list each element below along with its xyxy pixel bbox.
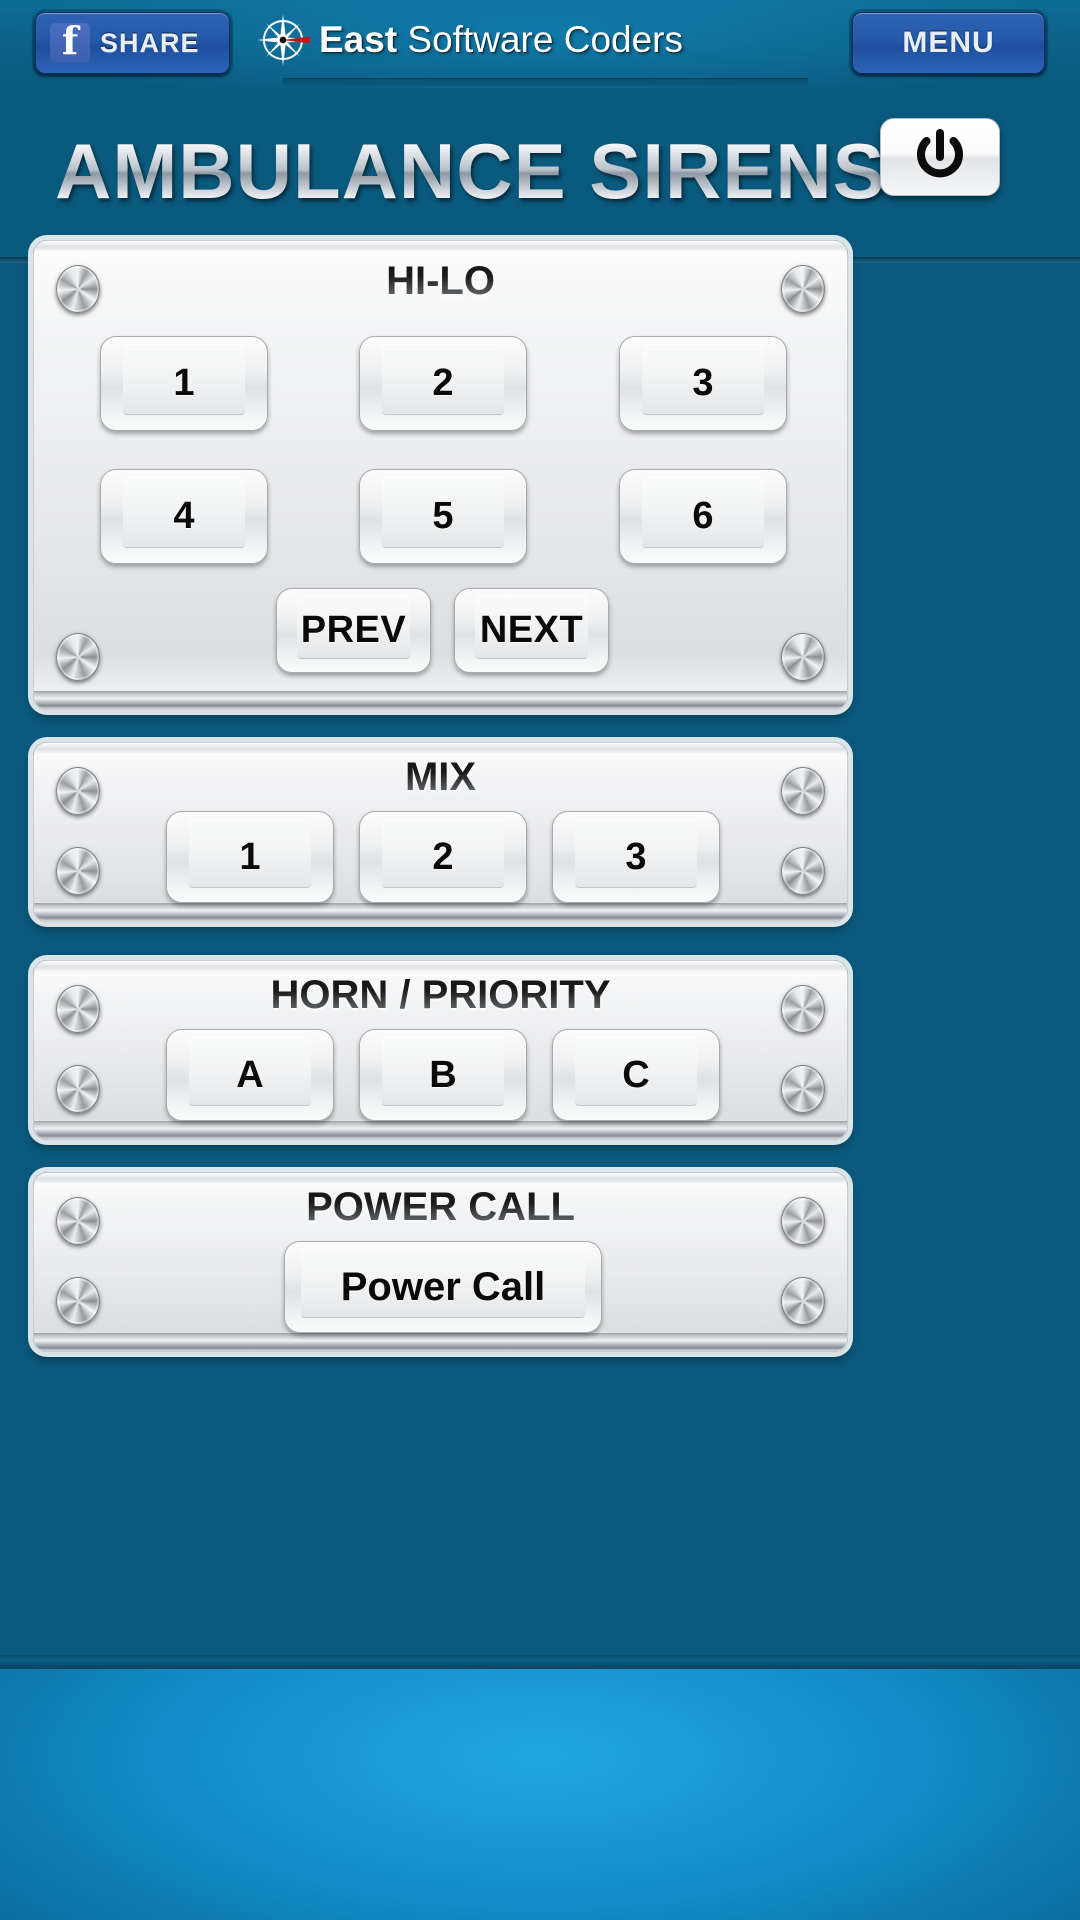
horn-button-c[interactable]: C (552, 1029, 720, 1121)
screw-icon (56, 1197, 100, 1245)
horn-button-a[interactable]: A (166, 1029, 334, 1121)
screw-icon (56, 985, 100, 1033)
hi-lo-button-4-label: 4 (173, 495, 195, 537)
horn-button-b-label: B (429, 1053, 457, 1096)
screw-icon (781, 1065, 825, 1113)
hi-lo-button-3[interactable]: 3 (619, 336, 787, 431)
brand-text-bold: East (319, 19, 398, 60)
panel-title-power-call: POWER CALL (34, 1185, 847, 1230)
screw-icon (56, 1065, 100, 1113)
brand-text: East Software Coders (319, 19, 683, 61)
title-bar: AMBULANCE SIRENS (0, 88, 1080, 263)
compass-icon (257, 14, 310, 66)
panel-title-mix: MIX (34, 755, 847, 800)
screw-icon (56, 1277, 100, 1325)
hi-lo-button-2-label: 2 (432, 362, 454, 404)
panel-bottom-chrome (34, 1333, 847, 1351)
screw-icon (781, 1197, 825, 1245)
brand-underline (283, 78, 808, 86)
menu-button-label: MENU (902, 26, 995, 59)
panel-bottom-chrome (34, 691, 847, 709)
panel-mix: MIX 1 2 3 (33, 742, 848, 922)
hi-lo-button-6[interactable]: 6 (619, 469, 787, 564)
mix-button-3[interactable]: 3 (552, 811, 720, 903)
horn-button-b[interactable]: B (359, 1029, 527, 1121)
screw-icon (781, 1277, 825, 1325)
panel-top-chrome (34, 743, 847, 753)
panel-power-call: POWER CALL Power Call (33, 1172, 848, 1352)
horn-button-a-label: A (236, 1053, 264, 1096)
panel-hi-lo: HI-LO 1 2 3 4 5 6 PREV NEXT (33, 240, 848, 710)
hi-lo-next-button[interactable]: NEXT (454, 588, 609, 673)
panel-bottom-chrome (34, 903, 847, 921)
screw-icon (56, 847, 100, 895)
mix-button-2[interactable]: 2 (359, 811, 527, 903)
hi-lo-button-5-label: 5 (432, 495, 454, 537)
mix-button-1-label: 1 (239, 835, 261, 878)
bottom-banner-area (0, 1669, 1080, 1920)
bottom-divider (0, 1655, 1080, 1669)
hi-lo-button-6-label: 6 (692, 495, 714, 537)
screw-icon (56, 633, 100, 681)
mix-button-2-label: 2 (432, 835, 454, 878)
hi-lo-prev-label: PREV (300, 609, 407, 651)
panel-top-chrome (34, 1173, 847, 1183)
screw-icon (781, 265, 825, 313)
mix-button-3-label: 3 (625, 835, 647, 878)
panel-bottom-chrome (34, 1121, 847, 1139)
power-call-button-label: Power Call (340, 1264, 546, 1309)
panel-horn-priority: HORN / PRIORITY A B C (33, 960, 848, 1140)
hi-lo-button-1-label: 1 (173, 362, 195, 404)
mix-button-1[interactable]: 1 (166, 811, 334, 903)
screw-icon (781, 847, 825, 895)
hi-lo-button-4[interactable]: 4 (100, 469, 268, 564)
panel-top-chrome (34, 961, 847, 971)
power-button[interactable] (880, 118, 1000, 196)
screw-icon (56, 265, 100, 313)
hi-lo-button-2[interactable]: 2 (359, 336, 527, 431)
brand-logo: East Software Coders (255, 10, 825, 70)
facebook-share-button[interactable]: SHARE (35, 12, 230, 74)
brand-text-regular: Software Coders (397, 19, 684, 60)
power-call-button[interactable]: Power Call (284, 1241, 602, 1333)
panel-title-hi-lo: HI-LO (34, 259, 847, 304)
hi-lo-button-3-label: 3 (692, 362, 714, 404)
power-icon (917, 129, 963, 178)
screw-icon (781, 767, 825, 815)
hi-lo-button-1[interactable]: 1 (100, 336, 268, 431)
hi-lo-next-label: NEXT (479, 609, 584, 651)
hi-lo-button-5[interactable]: 5 (359, 469, 527, 564)
screw-icon (781, 985, 825, 1033)
hi-lo-prev-button[interactable]: PREV (276, 588, 431, 673)
horn-button-c-label: C (622, 1053, 650, 1096)
facebook-icon (50, 18, 90, 63)
menu-button[interactable]: MENU (852, 12, 1045, 74)
screw-icon (781, 633, 825, 681)
share-button-label: SHARE (100, 27, 200, 58)
page-title: AMBULANCE SIRENS (55, 127, 886, 215)
screw-icon (56, 767, 100, 815)
panel-top-chrome (34, 241, 847, 251)
panel-title-horn-priority: HORN / PRIORITY (34, 973, 847, 1018)
top-bar: SHARE East Software Coders MENU (0, 0, 1080, 88)
